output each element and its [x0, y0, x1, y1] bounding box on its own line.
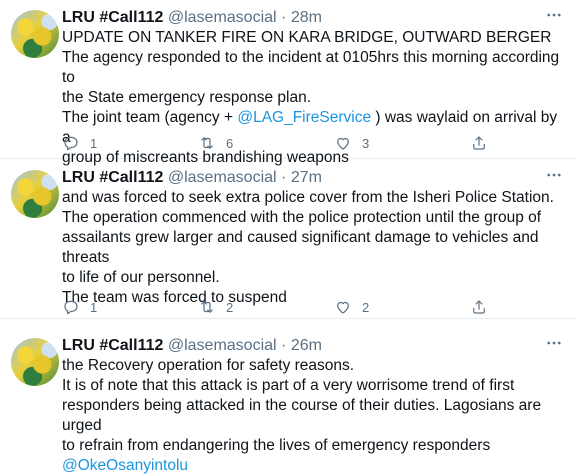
timestamp[interactable]: 27m: [291, 169, 322, 186]
like-button[interactable]: 2: [334, 297, 369, 317]
tweet-header: LRU #Call112 @lasemasocial · 26m: [62, 336, 322, 356]
text-line: assailants grew larger and caused signif…: [62, 229, 539, 266]
mention-link[interactable]: @LAG_FireService: [237, 109, 371, 126]
tweet-text: the Recovery operation for safety reason…: [62, 356, 566, 476]
share-button[interactable]: [470, 133, 488, 153]
avatar[interactable]: [11, 338, 59, 386]
text-line: and was forced to seek extra police cove…: [62, 189, 554, 206]
text-line: @OkeOsanyintolu: [62, 456, 566, 476]
reply-count: 1: [90, 135, 98, 151]
tweet[interactable]: LRU #Call112 @lasemasocial · 27m and was…: [0, 160, 576, 319]
retweet-icon: [201, 137, 213, 149]
author-handle[interactable]: @lasemasocial: [168, 337, 277, 354]
text-line: the State emergency response plan.: [62, 89, 312, 106]
tweet[interactable]: LRU #Call112 @lasemasocial · 26m the Rec…: [0, 328, 576, 474]
heart-icon: [337, 301, 349, 314]
author-handle[interactable]: @lasemasocial: [168, 169, 277, 186]
text-line: to refrain from endangering the lives of…: [62, 437, 491, 454]
ellipsis-icon[interactable]: [544, 6, 564, 26]
text-line: responders being attacked in the course …: [62, 397, 542, 434]
avatar[interactable]: [11, 170, 59, 218]
share-button[interactable]: [470, 297, 488, 317]
timestamp[interactable]: 26m: [291, 337, 322, 354]
tweet-header: LRU #Call112 @lasemasocial · 28m: [62, 8, 322, 28]
ellipsis-icon[interactable]: [544, 166, 564, 186]
separator-dot: ·: [281, 169, 287, 186]
avatar[interactable]: [11, 10, 59, 58]
text-line: UPDATE ON TANKER FIRE ON KARA BRIDGE, OU…: [62, 29, 552, 46]
text-line: It is of note that this attack is part o…: [62, 377, 515, 394]
separator-dot: ·: [281, 9, 287, 26]
text-line: to life of our personnel.: [62, 269, 220, 286]
share-icon: [473, 300, 485, 314]
text-line: The operation commenced with the police …: [62, 209, 542, 226]
share-icon: [473, 136, 485, 150]
retweet-icon: [201, 301, 213, 313]
reply-icon: [64, 300, 78, 315]
timestamp[interactable]: 28m: [291, 9, 322, 26]
retweet-button[interactable]: 2: [198, 297, 233, 317]
tweet-text: and was forced to seek extra police cove…: [62, 188, 566, 308]
like-count: 3: [362, 135, 370, 151]
retweet-count: 2: [226, 299, 234, 315]
tweet-actions: 1 2 2: [62, 297, 562, 317]
tweet-header: LRU #Call112 @lasemasocial · 27m: [62, 168, 322, 188]
author-name[interactable]: LRU #Call112: [62, 169, 163, 186]
like-button[interactable]: 3: [334, 133, 369, 153]
reply-icon: [64, 136, 78, 151]
text-segment: The joint team (agency +: [62, 109, 238, 126]
like-count: 2: [362, 299, 370, 315]
tweet-actions: 1 6 3: [62, 133, 562, 153]
tweet[interactable]: LRU #Call112 @lasemasocial · 28m UPDATE …: [0, 0, 576, 166]
author-handle[interactable]: @lasemasocial: [168, 9, 277, 26]
reply-count: 1: [90, 299, 98, 315]
ellipsis-icon[interactable]: [544, 334, 564, 354]
text-line: the Recovery operation for safety reason…: [62, 357, 355, 374]
heart-icon: [337, 137, 349, 150]
text-line: The agency responded to the incident at …: [62, 49, 560, 86]
author-name[interactable]: LRU #Call112: [62, 337, 163, 354]
reply-button[interactable]: 1: [62, 133, 97, 153]
reply-button[interactable]: 1: [62, 297, 97, 317]
author-name[interactable]: LRU #Call112: [62, 9, 163, 26]
retweet-button[interactable]: 6: [198, 133, 233, 153]
separator-dot: ·: [281, 337, 287, 354]
retweet-count: 6: [226, 135, 234, 151]
